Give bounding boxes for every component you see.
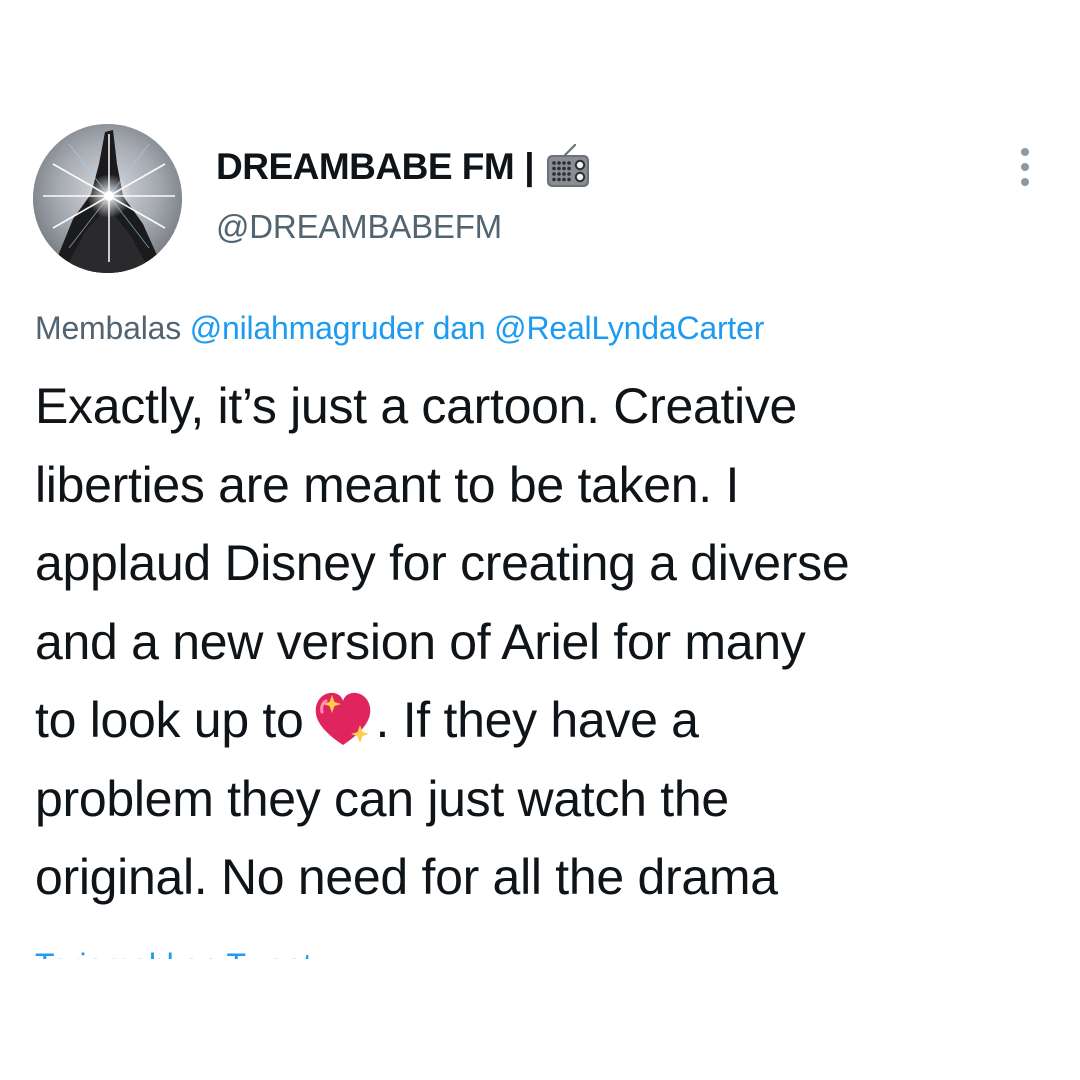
avatar[interactable] (33, 124, 182, 273)
user-handle[interactable]: @DREAMBABEFM (216, 208, 502, 246)
radio-icon (545, 144, 591, 190)
tweet-text: Exactly, it’s just a cartoon. Creative l… (35, 367, 1045, 917)
tweet-line: to look up to . If they have a (35, 681, 1045, 760)
mention-link[interactable]: @RealLyndaCarter (494, 310, 764, 346)
tweet-line: and a new version of Ariel for many (35, 613, 806, 670)
mention-link[interactable]: @nilahmagruder (190, 310, 424, 346)
reply-context: Membalas @nilahmagruder dan @RealLyndaCa… (35, 310, 764, 347)
tweet-card: DREAMBABE FM | @DREAMBABEFM Membalas @ni… (0, 0, 1080, 1080)
name-separator: | (524, 146, 535, 187)
avatar-image (33, 124, 182, 273)
more-dot-icon (1021, 148, 1029, 156)
reply-prefix: Membalas (35, 310, 182, 346)
tweet-line: applaud Disney for creating a diverse (35, 535, 850, 591)
tweet-text-fragment: to look up to (35, 692, 304, 748)
reply-joiner: dan (432, 310, 486, 346)
more-dot-icon (1021, 163, 1029, 171)
sparkling-heart-icon (312, 689, 374, 749)
tweet-line: Exactly, it’s just a cartoon. Creative (35, 378, 798, 434)
display-name[interactable]: DREAMBABE FM (216, 146, 515, 188)
translate-tweet-link[interactable]: Terjemahkan Tweet (35, 945, 312, 959)
more-options-button[interactable] (1004, 142, 1046, 192)
more-dot-icon (1021, 178, 1029, 186)
tweet-line: liberties are meant to be taken. I (35, 456, 740, 513)
tweet-text-fragment: . If they have a (375, 692, 699, 748)
name-row: DREAMBABE FM | (216, 142, 591, 192)
tweet-line: original. No need for all the drama (35, 849, 778, 905)
tweet-line: problem they can just watch the (35, 770, 729, 827)
translate-link-label: Terjemahkan Tweet (35, 945, 312, 959)
